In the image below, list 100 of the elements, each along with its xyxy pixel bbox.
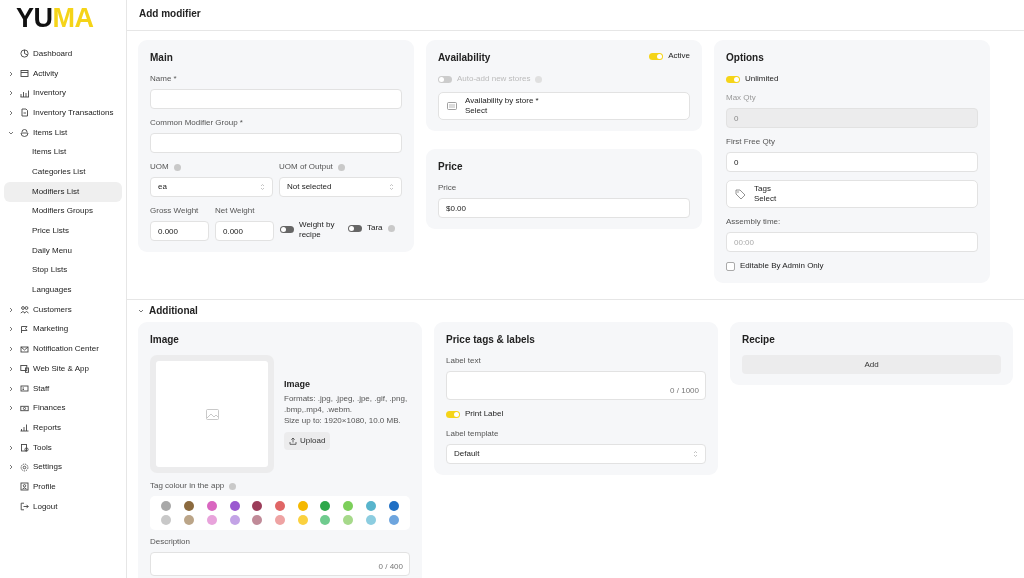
store-picker[interactable]: Availability by store * Select [438, 92, 690, 120]
sidebar-item[interactable]: Items List [4, 122, 122, 143]
chevron-down-icon [8, 129, 14, 136]
field-label: Gross Weight [150, 205, 199, 217]
sidebar-subitem[interactable]: Categories List [4, 162, 122, 182]
color-swatch[interactable] [161, 501, 172, 511]
toggle-switch[interactable] [348, 224, 362, 232]
upload-button[interactable]: Upload [284, 432, 331, 451]
color-swatch[interactable] [320, 501, 331, 511]
sidebar-item[interactable]: Logout [4, 496, 122, 517]
color-swatch[interactable] [365, 501, 376, 511]
image-heading: Image [284, 377, 311, 391]
color-swatch[interactable] [275, 501, 285, 511]
toggle-label: Print Label [465, 408, 504, 420]
toggle-switch[interactable] [280, 226, 294, 234]
color-swatch[interactable] [206, 501, 217, 511]
field-label: Assembly time: [726, 216, 781, 228]
image-dropzone[interactable] [150, 355, 274, 473]
calendar-icon [20, 69, 29, 79]
toggle-switch[interactable] [649, 52, 664, 60]
sidebar-item[interactable]: Finances [4, 398, 122, 419]
pie-chart-icon [20, 49, 29, 59]
input-field[interactable]: 00:00 [726, 232, 978, 252]
field-label: Name * [150, 73, 177, 85]
label-text-field[interactable]: 0 / 1000 [446, 371, 706, 400]
chevron-down-icon[interactable] [138, 308, 144, 314]
sidebar-subitem[interactable]: Items List [4, 142, 122, 163]
chevron-right-icon [8, 109, 14, 116]
color-swatch[interactable] [297, 501, 308, 511]
sidebar-item[interactable]: Profile [4, 477, 122, 497]
input-field[interactable]: 0.000 [215, 221, 274, 241]
chevron-right-icon [8, 70, 14, 77]
sidebar-item[interactable]: Tools [4, 437, 122, 458]
bowl-icon [20, 128, 29, 138]
field-label: Max Qty [726, 92, 756, 104]
sidebar-item[interactable]: Customers [4, 299, 122, 320]
color-swatch[interactable] [388, 501, 399, 511]
sidebar-item[interactable]: Dashboard [4, 44, 122, 64]
character-counter: 0 / 1000 [670, 385, 699, 397]
sidebar-item[interactable]: Reports [4, 418, 122, 438]
color-swatch[interactable] [320, 515, 331, 525]
field-label: Common Modifier Group * [150, 117, 243, 129]
sidebar-subitem[interactable]: Modifiers Groups [4, 201, 122, 222]
sidebar-item[interactable]: Inventory Transactions [4, 103, 122, 123]
sidebar-subitem[interactable]: Price Lists [4, 221, 122, 241]
field-label: Description [150, 536, 190, 548]
select-field[interactable]: Not selected [279, 177, 402, 197]
toggle-switch[interactable] [446, 410, 460, 418]
input-field[interactable]: 0 [726, 152, 978, 172]
color-swatch[interactable] [252, 515, 263, 525]
sidebar-item[interactable]: Web Site & App [4, 359, 122, 379]
sidebar-item[interactable]: Notification Center [4, 339, 122, 359]
people-icon [20, 305, 29, 315]
sidebar-item[interactable]: Staff [4, 378, 122, 399]
color-swatch[interactable] [365, 515, 376, 525]
sidebar-subitem[interactable]: Languages [4, 280, 122, 300]
tags-picker[interactable]: Tags Select [726, 180, 978, 208]
chevron-right-icon [8, 444, 14, 451]
color-swatch[interactable] [184, 515, 195, 525]
toggle-label: Unlimited [745, 73, 779, 85]
input-field[interactable]: $0.00 [438, 198, 690, 218]
color-swatch[interactable] [161, 515, 172, 525]
color-swatch[interactable] [229, 515, 240, 525]
color-swatch[interactable] [343, 515, 354, 525]
info-icon [173, 163, 181, 171]
add-button[interactable]: Add [742, 355, 1001, 374]
card-title: Image [150, 333, 180, 347]
sidebar-subitem[interactable]: Modifiers List [4, 181, 122, 202]
color-swatch[interactable] [275, 515, 285, 525]
sidebar-item[interactable]: Marketing [4, 319, 122, 340]
color-swatch[interactable] [229, 501, 240, 511]
color-swatch[interactable] [252, 501, 263, 511]
sidebar-subitem[interactable]: Daily Menu [4, 240, 122, 261]
toggle-switch[interactable] [726, 75, 740, 83]
devices-icon [20, 364, 29, 374]
sidebar-item[interactable]: Settings [4, 457, 122, 478]
up-down-caret-icon [389, 183, 394, 191]
color-swatch[interactable] [184, 501, 195, 511]
select-field[interactable]: ea [150, 177, 273, 197]
sidebar-item[interactable]: Activity [4, 63, 122, 84]
color-swatch[interactable] [343, 501, 354, 511]
info-icon [387, 224, 395, 232]
select-field[interactable]: Default [446, 444, 706, 464]
checkbox[interactable] [726, 261, 735, 271]
chevron-right-icon [8, 306, 14, 313]
input-field[interactable]: 0.000 [150, 221, 209, 241]
color-swatch[interactable] [297, 515, 308, 525]
field-label: UOM [150, 161, 169, 173]
picker-value: Select [754, 194, 777, 204]
tag-icon [735, 189, 746, 199]
input-field[interactable] [150, 133, 402, 153]
document-icon [20, 108, 29, 118]
input-field[interactable] [150, 89, 402, 109]
sidebar-item[interactable]: Inventory [4, 83, 122, 104]
color-swatch[interactable] [206, 515, 217, 525]
sidebar-subitem[interactable]: Stop Lists [4, 260, 122, 281]
id-card-icon [20, 384, 29, 394]
field-label: UOM of Output [279, 161, 333, 173]
color-swatch[interactable] [388, 515, 399, 525]
description-field[interactable]: 0 / 400 [150, 552, 410, 576]
